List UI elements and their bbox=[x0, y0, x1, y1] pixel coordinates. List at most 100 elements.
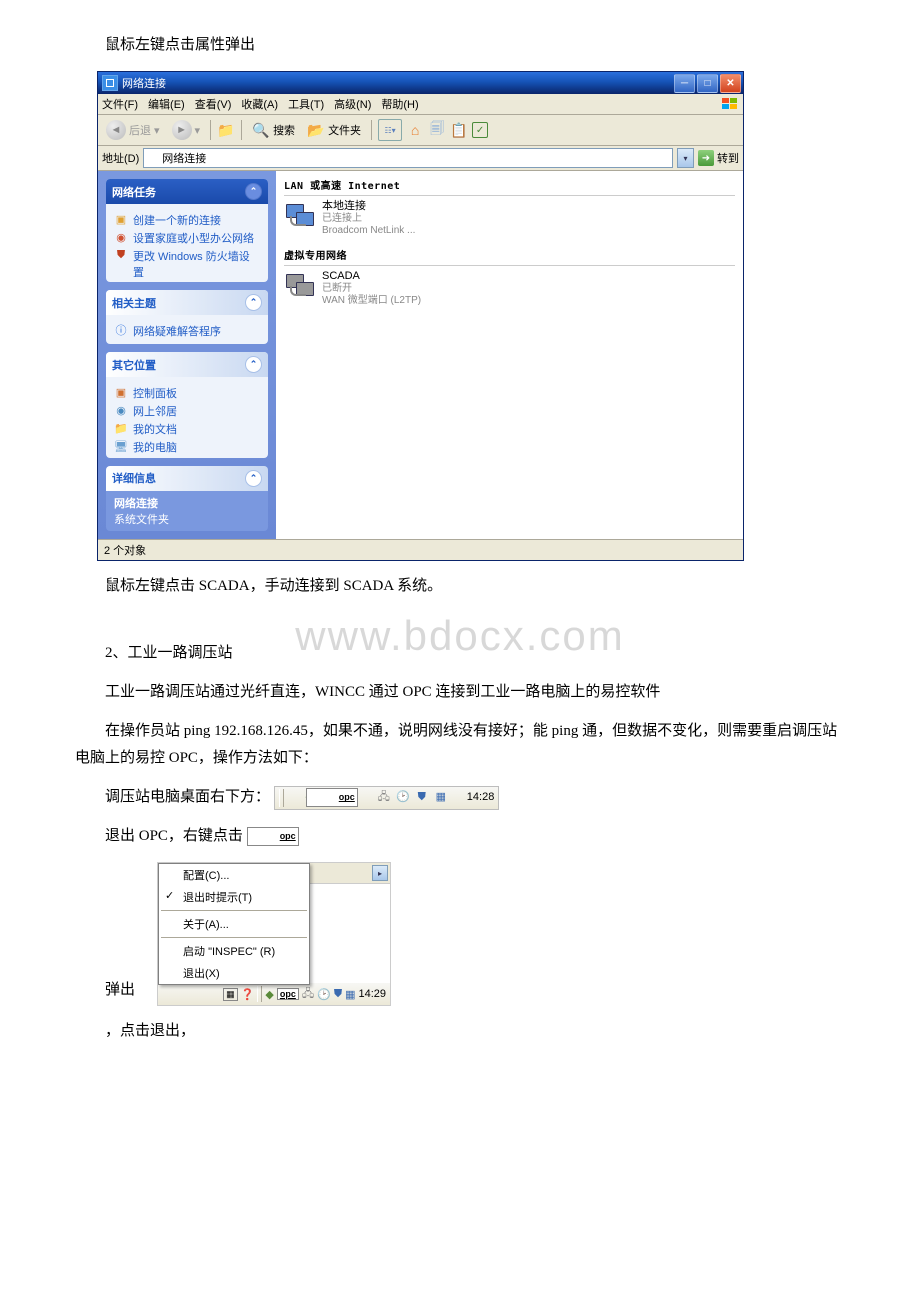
opc-inline-icon[interactable]: opc bbox=[247, 827, 299, 845]
scroll-right-icon[interactable]: ▸ bbox=[372, 865, 388, 881]
tray-clock-icon[interactable]: 🕑 bbox=[317, 988, 331, 1001]
panel-header[interactable]: 相关主题 ⌃ bbox=[106, 290, 268, 315]
connection-status: 已断开 bbox=[322, 283, 421, 295]
tray-time: 14:29 bbox=[358, 988, 386, 1000]
tray-volume-icon[interactable]: 🖧 bbox=[302, 985, 314, 1004]
connection-name: 本地连接 bbox=[322, 200, 415, 213]
panel-header[interactable]: 其它位置 ⌃ bbox=[106, 352, 268, 377]
menu-tools[interactable]: 工具(T) bbox=[288, 96, 324, 112]
menu-file[interactable]: 文件(F) bbox=[102, 96, 138, 112]
separator bbox=[241, 120, 242, 140]
section-lan: LAN 或高速 Internet bbox=[284, 175, 735, 196]
tray-network-icon[interactable]: ▦ bbox=[345, 988, 355, 1001]
address-value: 网络连接 bbox=[162, 150, 206, 166]
connection-status: 已连接上 bbox=[322, 213, 415, 225]
menu-favorites[interactable]: 收藏(A) bbox=[241, 96, 278, 112]
back-button[interactable]: ◄ 后退 ▾ bbox=[102, 118, 164, 142]
search-button[interactable]: 🔍 搜索 bbox=[248, 119, 299, 141]
window-title: 网络连接 bbox=[122, 75, 166, 91]
toolbar: ◄ 后退 ▾ ► ▾ 📁 🔍 搜索 📂 文件夹 ☷▾ ⌂ 🗐 📋 ✓ bbox=[98, 115, 743, 146]
forward-button[interactable]: ► ▾ bbox=[168, 118, 205, 142]
menu-view[interactable]: 查看(V) bbox=[195, 96, 232, 112]
tray-app-icon[interactable]: ◆ bbox=[265, 988, 273, 1001]
up-icon[interactable]: 📁 bbox=[217, 121, 235, 139]
paragraph-9: ，点击退出， bbox=[75, 1018, 850, 1045]
tray-time: 14:28 bbox=[437, 788, 495, 808]
paste-icon[interactable]: 📋 bbox=[450, 121, 468, 139]
menu-exit[interactable]: 退出(X) bbox=[159, 962, 309, 984]
tray-separator bbox=[257, 986, 262, 1002]
menu-advanced[interactable]: 高级(N) bbox=[334, 96, 371, 112]
copy-icon[interactable]: 🗐 bbox=[428, 121, 446, 139]
menubar: 文件(F) 编辑(E) 查看(V) 收藏(A) 工具(T) 高级(N) 帮助(H… bbox=[98, 94, 743, 115]
section-vpn: 虚拟专用网络 bbox=[284, 245, 735, 266]
titlebar[interactable]: 网络连接 ─ □ ✕ bbox=[98, 72, 743, 94]
address-dropdown[interactable]: ▾ bbox=[677, 148, 694, 168]
menu-start-inspec[interactable]: 启动 "INSPEC" (R) bbox=[159, 940, 309, 962]
connection-name: SCADA bbox=[322, 270, 421, 283]
task-home-network[interactable]: ◉设置家庭或小型办公网络 bbox=[114, 230, 260, 246]
maximize-button[interactable]: □ bbox=[697, 74, 718, 93]
addressbar: 地址(D) 网络连接 ▾ ➜转到 bbox=[98, 146, 743, 171]
paragraph-7: 退出 OPC，右键点击 opc bbox=[75, 823, 850, 850]
related-troubleshoot[interactable]: ⓘ网络疑难解答程序 bbox=[114, 323, 260, 339]
taskbar: ▦ ❓ ◆ opc 🖧 🕑 ⛊ ▦ 14:29 bbox=[158, 982, 390, 1005]
connection-scada[interactable]: SCADA 已断开 WAN 微型端口 (L2TP) bbox=[284, 270, 735, 307]
menu-config[interactable]: 配置(C)... bbox=[159, 864, 309, 886]
separator bbox=[210, 120, 211, 140]
place-my-documents[interactable]: 📁我的文档 bbox=[114, 421, 260, 437]
paragraph-4: 工业一路调压站通过光纤直连，WINCC 通过 OPC 连接到工业一路电脑上的易控… bbox=[75, 679, 850, 706]
task-new-connection[interactable]: ▣创建一个新的连接 bbox=[114, 212, 260, 228]
tray-ime-icon[interactable]: ▦ bbox=[223, 988, 238, 1001]
address-input[interactable]: 网络连接 bbox=[143, 148, 673, 168]
connection-icon bbox=[284, 270, 316, 302]
connection-local[interactable]: 本地连接 已连接上 Broadcom NetLink ... bbox=[284, 200, 735, 237]
go-button[interactable]: ➜转到 bbox=[698, 150, 739, 166]
content-area: LAN 或高速 Internet 本地连接 已连接上 Broadcom NetL… bbox=[276, 171, 743, 539]
connection-icon bbox=[284, 200, 316, 232]
address-icon bbox=[147, 152, 159, 164]
paragraph-2: 鼠标左键点击 SCADA，手动连接到 SCADA 系统。 bbox=[75, 573, 850, 600]
panel-other-places: 其它位置 ⌃ ▣控制面板 ◉网上邻居 📁我的文档 🖥我的电脑 bbox=[106, 352, 268, 457]
place-network-neighborhood[interactable]: ◉网上邻居 bbox=[114, 403, 260, 419]
opc-tray-icon[interactable]: opc bbox=[277, 988, 299, 1000]
window-icon bbox=[102, 75, 118, 91]
home-icon[interactable]: ⌂ bbox=[406, 121, 424, 139]
menu-help[interactable]: 帮助(H) bbox=[381, 96, 418, 112]
collapse-icon[interactable]: ⌃ bbox=[245, 183, 262, 200]
separator bbox=[371, 120, 372, 140]
paragraph-8-prefix: 弹出 bbox=[105, 977, 135, 1004]
window-network-connections: 网络连接 ─ □ ✕ 文件(F) 编辑(E) 查看(V) 收藏(A) 工具(T)… bbox=[97, 71, 744, 561]
menu-exit-prompt[interactable]: 退出时提示(T) bbox=[159, 886, 309, 908]
context-menu: 配置(C)... 退出时提示(T) 关于(A)... 启动 "INSPEC" (… bbox=[158, 863, 310, 985]
place-my-computer[interactable]: 🖥我的电脑 bbox=[114, 439, 260, 455]
tray-help-icon[interactable]: ❓ bbox=[241, 988, 255, 1001]
statusbar: 2 个对象 bbox=[98, 539, 743, 560]
panel-header[interactable]: 网络任务 ⌃ bbox=[106, 179, 268, 204]
tray-network-icon[interactable]: ▦ bbox=[418, 790, 434, 806]
check-icon[interactable]: ✓ bbox=[472, 122, 488, 138]
panel-network-tasks: 网络任务 ⌃ ▣创建一个新的连接 ◉设置家庭或小型办公网络 ⛊更改 Window… bbox=[106, 179, 268, 282]
place-control-panel[interactable]: ▣控制面板 bbox=[114, 385, 260, 401]
panel-details: 详细信息 ⌃ 网络连接 系统文件夹 bbox=[106, 466, 268, 531]
menu-separator bbox=[161, 910, 307, 911]
tray-shield-icon[interactable]: ⛊ bbox=[334, 988, 342, 1001]
menu-about[interactable]: 关于(A)... bbox=[159, 913, 309, 935]
folders-button[interactable]: 📂 文件夹 bbox=[303, 119, 365, 141]
tray-app-icon[interactable]: ◆ bbox=[287, 790, 303, 806]
minimize-button[interactable]: ─ bbox=[674, 74, 695, 93]
collapse-icon[interactable]: ⌃ bbox=[245, 294, 262, 311]
details-type: 系统文件夹 bbox=[114, 511, 260, 527]
collapse-icon[interactable]: ⌃ bbox=[245, 356, 262, 373]
views-icon[interactable]: ☷▾ bbox=[378, 119, 402, 141]
task-firewall[interactable]: ⛊更改 Windows 防火墙设置 bbox=[114, 248, 260, 280]
panel-related: 相关主题 ⌃ ⓘ网络疑难解答程序 bbox=[106, 290, 268, 344]
context-menu-screenshot: ▸ ▦ ❓ ◆ opc 🖧 🕑 ⛊ ▦ 14:29 配置 bbox=[157, 862, 391, 1006]
menu-edit[interactable]: 编辑(E) bbox=[148, 96, 185, 112]
collapse-icon[interactable]: ⌃ bbox=[245, 470, 262, 487]
paragraph-5: 在操作员站 ping 192.168.126.45，如果不通，说明网线没有接好；… bbox=[75, 718, 850, 772]
close-button[interactable]: ✕ bbox=[720, 74, 741, 93]
connection-device: Broadcom NetLink ... bbox=[322, 225, 415, 237]
side-panel: 网络任务 ⌃ ▣创建一个新的连接 ◉设置家庭或小型办公网络 ⛊更改 Window… bbox=[98, 171, 276, 539]
panel-header[interactable]: 详细信息 ⌃ bbox=[106, 466, 268, 491]
